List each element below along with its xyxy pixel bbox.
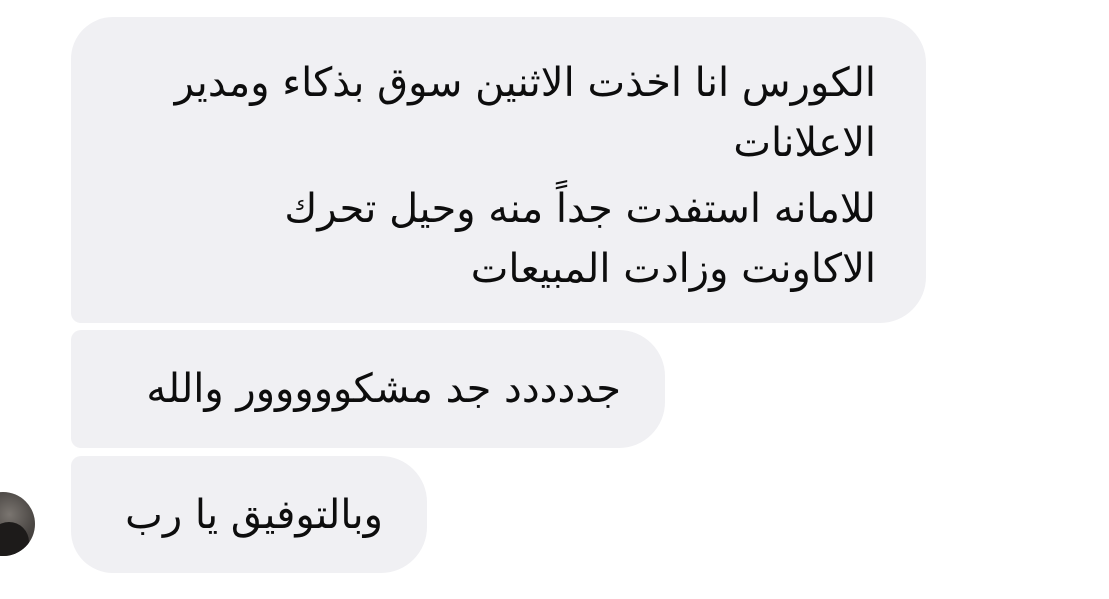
message-bubble[interactable]: الكورس انا اخذت الاثنين سوق بذكاء ومدير … <box>71 17 926 323</box>
message-bubble[interactable]: وبالتوفيق يا رب <box>71 456 427 573</box>
sender-avatar[interactable] <box>0 492 35 556</box>
message-text-line: وبالتوفيق يا رب <box>125 491 383 538</box>
message-bubble[interactable]: جددددد جد مشكووووور والله <box>71 330 665 448</box>
message-text-line: للامانه استفدت جداً منه وحيل تحرك <box>284 186 876 232</box>
message-text-line: الاعلانات <box>733 120 876 166</box>
message-text-line: الاكاونت وزادت المبيعات <box>470 246 876 292</box>
message-text-line: الكورس انا اخذت الاثنين سوق بذكاء ومدير <box>174 60 876 106</box>
message-text-line: جددددد جد مشكووووور والله <box>146 366 621 412</box>
